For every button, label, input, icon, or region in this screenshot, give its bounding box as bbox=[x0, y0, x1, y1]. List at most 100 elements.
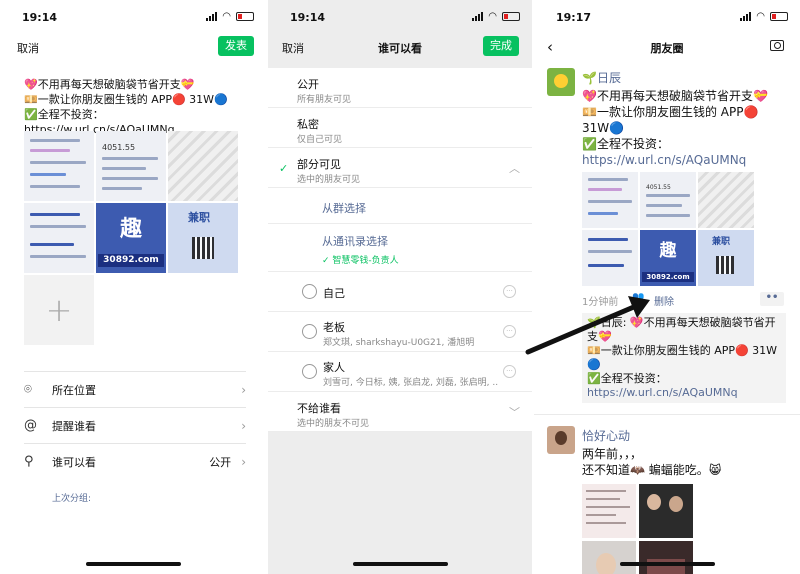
signal-icon bbox=[206, 12, 218, 21]
avatar[interactable] bbox=[547, 426, 575, 454]
more-actions-button[interactable]: •• bbox=[760, 292, 784, 306]
option-label: 谁可以看 bbox=[52, 455, 96, 469]
status-time: 19:17 bbox=[556, 11, 592, 24]
post-text-input[interactable]: 💖不用再每天想破脑袋节省开支💝 💴一款让你朋友圈生钱的 APP🔴 31W🔵 ✅全… bbox=[24, 77, 254, 137]
moments-screen: 19:17 ◠ ‹ 朋友圈 🌱日辰 💖不用再每天想破脑袋节省开支💝 💴一款让你朋… bbox=[534, 0, 800, 574]
more-icon[interactable]: ··· bbox=[503, 285, 516, 298]
option-label: 提醒谁看 bbox=[52, 419, 96, 433]
option-private[interactable]: 私密 仅自己可见 bbox=[268, 108, 532, 148]
thumb-url: 30892.com bbox=[98, 254, 164, 267]
image-thumb[interactable]: 趣 30892.com bbox=[640, 230, 696, 286]
select-from-group[interactable]: 从群选择 bbox=[268, 188, 532, 224]
radio-button[interactable] bbox=[302, 364, 317, 379]
option-exclude[interactable]: 不给谁看 选中的朋友不可见 ﹀ bbox=[268, 392, 532, 432]
link-label: 从群选择 bbox=[322, 202, 366, 215]
battery-icon bbox=[770, 12, 788, 21]
select-from-contacts[interactable]: 从通讯录选择 ✓ 智慧零钱-负责人 bbox=[268, 224, 532, 272]
camera-icon[interactable] bbox=[770, 40, 784, 51]
publish-button[interactable]: 发表 bbox=[218, 36, 254, 56]
post-link[interactable]: https://w.url.cn/s/AQaUMNq bbox=[582, 152, 792, 168]
image-thumb[interactable]: 兼职 bbox=[168, 203, 238, 273]
home-indicator bbox=[353, 562, 448, 566]
more-icon[interactable]: ··· bbox=[503, 365, 516, 378]
post-author[interactable]: 恰好心动 bbox=[582, 427, 630, 444]
photo-thumb[interactable] bbox=[582, 541, 636, 574]
qr-code-icon bbox=[192, 237, 214, 259]
delete-button[interactable]: 删除 bbox=[654, 293, 674, 308]
tag-members: 郑文琪, sharkshayu-U0G21, 潘旭明 bbox=[323, 338, 475, 348]
link-label: 从通讯录选择 bbox=[322, 235, 388, 248]
option-location[interactable]: ⌾ 所在位置 › bbox=[24, 371, 246, 407]
option-subtitle: 选中的朋友可见 bbox=[297, 175, 361, 185]
thumb-url: 30892.com bbox=[642, 272, 694, 282]
comment-line: 💴一款让你朋友圈生钱的 APP🔴 31W bbox=[587, 344, 778, 357]
visibility-people-icon: 👥 bbox=[632, 292, 645, 303]
image-thumb[interactable]: 4051.55 bbox=[96, 131, 166, 201]
option-visibility[interactable]: ⚲ 谁可以看 公开 › bbox=[24, 443, 246, 479]
tag-name: 老板 bbox=[323, 321, 345, 334]
tag-row[interactable]: 自己 ··· bbox=[268, 272, 532, 312]
wifi-icon: ◠ bbox=[222, 11, 231, 22]
post-line: 两年前，，， bbox=[582, 447, 643, 461]
tag-row[interactable]: 家人 刘雪可, 今日标, 姨, 张启龙, 刘磊, 张启明, ... ··· bbox=[268, 352, 532, 392]
image-thumb[interactable]: 4051.55 bbox=[640, 172, 696, 228]
at-icon: @ bbox=[24, 418, 37, 433]
qr-code-icon bbox=[716, 256, 734, 274]
photo-thumb[interactable] bbox=[639, 484, 693, 538]
cancel-button[interactable]: 取消 bbox=[17, 40, 39, 56]
battery-icon bbox=[502, 12, 520, 21]
home-indicator bbox=[86, 562, 181, 566]
image-thumb[interactable] bbox=[582, 172, 638, 228]
home-indicator bbox=[620, 562, 715, 566]
image-thumb[interactable] bbox=[582, 230, 638, 286]
post-time: 1分钟前 bbox=[582, 297, 619, 308]
tag-members: 刘雪可, 今日标, 姨, 张启龙, 刘磊, 张启明, ... bbox=[323, 378, 498, 388]
battery-icon bbox=[236, 12, 254, 21]
option-partial[interactable]: ✓ 部分可见 选中的朋友可见 ︿ bbox=[268, 148, 532, 188]
tag-row[interactable]: 老板 郑文琪, sharkshayu-U0G21, 潘旭明 ··· bbox=[268, 312, 532, 352]
image-thumb[interactable] bbox=[24, 203, 94, 273]
option-mention[interactable]: @ 提醒谁看 › bbox=[24, 407, 246, 443]
option-title: 私密 bbox=[297, 118, 319, 131]
image-thumb[interactable] bbox=[168, 131, 238, 201]
radio-button[interactable] bbox=[302, 324, 317, 339]
option-public[interactable]: 公开 所有朋友可见 bbox=[268, 68, 532, 108]
status-bar: 19:14 ◠ bbox=[0, 0, 266, 36]
option-value: 公开 bbox=[209, 455, 232, 469]
image-thumb[interactable] bbox=[698, 172, 754, 228]
post-text: 💖不用再每天想破脑袋节省开支💝 💴一款让你朋友圈生钱的 APP🔴 31W🔵 ✅全… bbox=[582, 88, 792, 168]
photo-thumb[interactable] bbox=[639, 541, 693, 574]
thumb-number: 4051.55 bbox=[102, 143, 136, 152]
image-thumb[interactable] bbox=[24, 131, 94, 201]
image-thumb[interactable]: 趣 30892.com bbox=[96, 203, 166, 273]
post-author[interactable]: 🌱日辰 bbox=[582, 69, 621, 86]
radio-button[interactable] bbox=[302, 284, 317, 299]
image-grid: 4051.55 趣 30892.com 兼职 + bbox=[24, 131, 238, 345]
option-label: 所在位置 bbox=[52, 383, 96, 397]
option-title: 公开 bbox=[297, 78, 319, 91]
post-text: 两年前，，， 还不知道🦇 蝙蝠能吃。😸 bbox=[582, 446, 792, 478]
page-title: 朋友圈 bbox=[650, 42, 684, 55]
status-time: 19:14 bbox=[290, 11, 326, 24]
last-group-link[interactable]: 上次分组: bbox=[52, 491, 91, 504]
chevron-up-icon: ︿ bbox=[509, 162, 520, 175]
photo-thumb[interactable] bbox=[582, 484, 636, 538]
post-line: 💴一款让你朋友圈生钱的 APP🔴 bbox=[582, 105, 759, 119]
comment-line: ✅全程不投资： bbox=[587, 372, 667, 385]
image-thumb[interactable]: 兼职 bbox=[698, 230, 754, 286]
tag-name: 自己 bbox=[323, 287, 345, 300]
option-subtitle: 仅自己可见 bbox=[297, 135, 343, 145]
post-line: 31W🔵 bbox=[582, 121, 625, 135]
thumb-number: 4051.55 bbox=[646, 184, 671, 191]
done-button[interactable]: 完成 bbox=[483, 36, 519, 56]
avatar[interactable] bbox=[547, 68, 575, 96]
post-line: 💖不用再每天想破脑袋节省开支💝 bbox=[582, 89, 768, 103]
option-subtitle: 所有朋友可见 bbox=[297, 95, 352, 105]
status-icons: ◠ bbox=[206, 11, 254, 22]
wifi-icon: ◠ bbox=[488, 11, 497, 22]
more-icon[interactable]: ··· bbox=[503, 325, 516, 338]
wifi-icon: ◠ bbox=[756, 11, 765, 22]
add-image-button[interactable]: + bbox=[24, 275, 94, 345]
thumb-title: 兼职 bbox=[712, 237, 731, 247]
comment-link[interactable]: https://w.url.cn/s/AQaUMNq bbox=[587, 386, 781, 400]
